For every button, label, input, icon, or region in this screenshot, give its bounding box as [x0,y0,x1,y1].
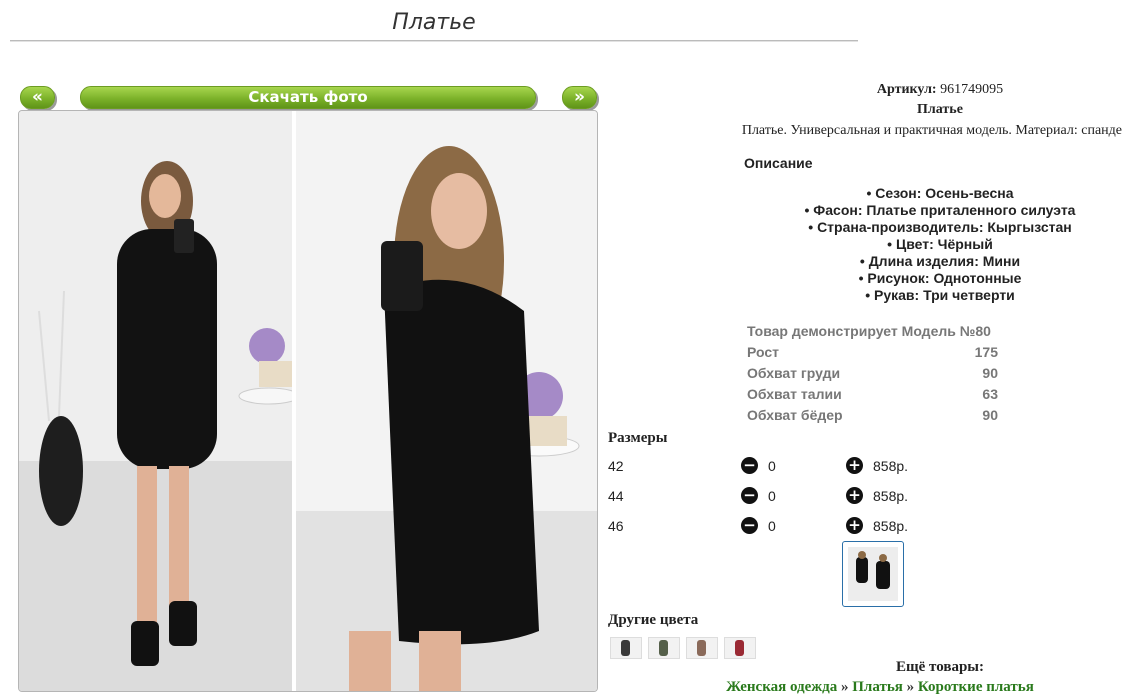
size-row: 44 − 0 + 858р. [608,485,928,507]
product-photo[interactable] [18,110,598,692]
thumbnail-image [848,547,898,601]
feature-item: • Страна-производитель: Кыргызстан [808,219,1072,235]
other-colors-list [610,637,756,659]
size-price: 858р. [873,488,909,504]
sizes-heading: Размеры [608,430,668,446]
model-row: Рост 175 [747,342,998,363]
breadcrumb-separator: » [906,679,915,695]
size-label: 42 [608,458,624,474]
breadcrumb: Женская одежда » Платья » Короткие плать… [608,679,1122,696]
feature-item: • Сезон: Осень-весна [866,185,1014,201]
quantity-value: 0 [768,518,776,534]
feature-item: • Рисунок: Однотонные [858,270,1022,286]
description-heading: Описание [744,155,813,171]
feature-item: • Цвет: Чёрный [887,236,993,252]
product-name: Платье [917,102,963,117]
model-row-label: Обхват бёдер [747,407,843,423]
feature-item: • Длина изделия: Мини [859,253,1021,269]
decrease-quantity-icon[interactable]: − [741,457,758,474]
product-short-description: Платье. Универсальная и практичная модел… [741,123,1122,138]
model-row-value: 90 [982,407,998,423]
increase-quantity-icon[interactable]: + [846,517,863,534]
breadcrumb-link-women[interactable]: Женская одежда [726,679,837,695]
page-title: Платье [392,10,476,35]
model-row-value: 175 [974,344,998,360]
model-row-value: 90 [982,365,998,381]
feature-item: • Рукав: Три четверти [865,287,1015,303]
increase-quantity-icon[interactable]: + [846,487,863,504]
article-label: Артикул: [876,82,937,97]
breadcrumb-separator: » [841,679,849,695]
color-variant-thumbnail[interactable] [610,637,642,659]
quantity-value: 0 [768,488,776,504]
article-line: Артикул: 961749095 [608,82,1122,98]
size-row: 46 − 0 + 858р. [608,515,928,537]
photo-divider [292,111,296,691]
decrease-quantity-icon[interactable]: − [741,517,758,534]
size-price: 858р. [873,518,909,534]
color-variant-thumbnail[interactable] [724,637,756,659]
size-row: 42 − 0 + 858р. [608,455,928,477]
model-row-label: Обхват талии [747,386,842,402]
next-photo-button[interactable]: » [562,86,597,109]
product-photo-image [19,111,597,691]
model-heading: Товар демонстрирует Модель №80 [747,323,991,339]
feature-list: • Сезон: Осень-весна • Фасон: Платье при… [608,185,1122,304]
download-photo-button[interactable]: Скачать фото [80,86,536,109]
model-row: Обхват бёдер 90 [747,405,998,426]
model-row: Обхват груди 90 [747,363,998,384]
quantity-value: 0 [768,458,776,474]
model-row-label: Рост [747,344,779,360]
model-row: Обхват талии 63 [747,384,998,405]
size-label: 46 [608,518,624,534]
prev-photo-button[interactable]: « [20,86,55,109]
increase-quantity-icon[interactable]: + [846,457,863,474]
decrease-quantity-icon[interactable]: − [741,487,758,504]
breadcrumb-link-dresses[interactable]: Платья [852,679,903,695]
title-divider [10,40,858,42]
other-colors-heading: Другие цвета [608,612,699,628]
more-products-heading: Ещё товары: [895,659,985,675]
photo-thumbnail[interactable] [842,541,904,607]
model-row-label: Обхват груди [747,365,841,381]
article-value: 961749095 [940,82,1004,97]
size-price: 858р. [873,458,909,474]
feature-item: • Фасон: Платье приталенного силуэта [804,202,1076,218]
model-row-value: 63 [982,386,998,402]
color-variant-thumbnail[interactable] [686,637,718,659]
breadcrumb-link-short-dresses[interactable]: Короткие платья [918,679,1034,695]
model-measurements: Товар демонстрирует Модель №80 Рост 175 … [747,321,998,426]
size-label: 44 [608,488,624,504]
color-variant-thumbnail[interactable] [648,637,680,659]
